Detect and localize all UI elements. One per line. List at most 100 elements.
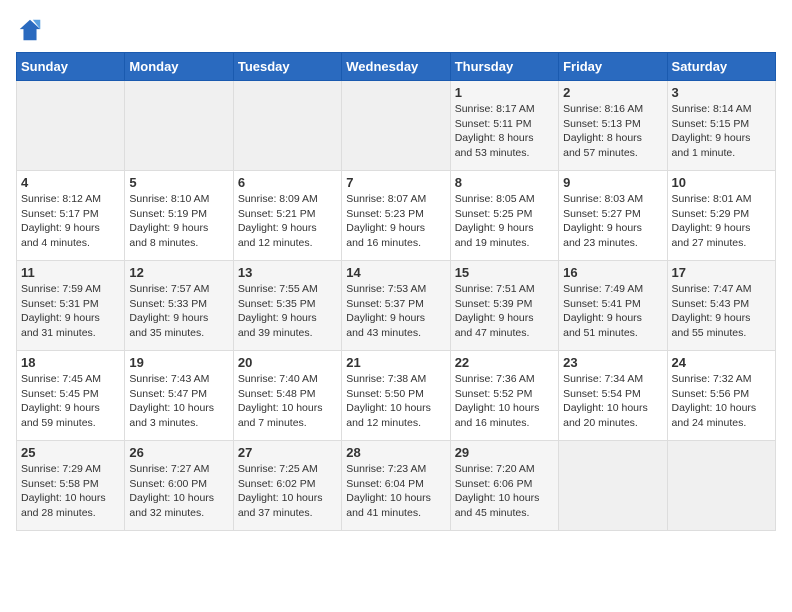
day-cell: 8 Sunrise: 8:05 AM Sunset: 5:25 PM Daylig… (450, 171, 558, 261)
day-info: Sunrise: 7:27 AM Sunset: 6:00 PM Dayligh… (129, 462, 228, 521)
day-number: 16 (563, 265, 662, 280)
day-cell: 12 Sunrise: 7:57 AM Sunset: 5:33 PM Dayli… (125, 261, 233, 351)
day-number: 24 (672, 355, 771, 370)
header-cell-wednesday: Wednesday (342, 53, 450, 81)
day-number: 23 (563, 355, 662, 370)
day-number: 12 (129, 265, 228, 280)
day-number: 9 (563, 175, 662, 190)
day-info: Sunrise: 8:03 AM Sunset: 5:27 PM Dayligh… (563, 192, 662, 251)
day-info: Sunrise: 7:40 AM Sunset: 5:48 PM Dayligh… (238, 372, 337, 431)
day-number: 4 (21, 175, 120, 190)
day-info: Sunrise: 8:16 AM Sunset: 5:13 PM Dayligh… (563, 102, 662, 161)
day-info: Sunrise: 8:07 AM Sunset: 5:23 PM Dayligh… (346, 192, 445, 251)
day-info: Sunrise: 8:12 AM Sunset: 5:17 PM Dayligh… (21, 192, 120, 251)
day-cell: 9 Sunrise: 8:03 AM Sunset: 5:27 PM Daylig… (559, 171, 667, 261)
day-info: Sunrise: 7:45 AM Sunset: 5:45 PM Dayligh… (21, 372, 120, 431)
day-cell: 18 Sunrise: 7:45 AM Sunset: 5:45 PM Dayli… (17, 351, 125, 441)
day-info: Sunrise: 7:57 AM Sunset: 5:33 PM Dayligh… (129, 282, 228, 341)
logo (16, 16, 48, 44)
day-cell: 23Sunrise: 7:34 AM Sunset: 5:54 PM Dayli… (559, 351, 667, 441)
day-info: Sunrise: 8:05 AM Sunset: 5:25 PM Dayligh… (455, 192, 554, 251)
week-row-4: 25 Sunrise: 7:29 AM Sunset: 5:58 PM Dayli… (17, 441, 776, 531)
day-number: 11 (21, 265, 120, 280)
day-cell: 22 Sunrise: 7:36 AM Sunset: 5:52 PM Dayli… (450, 351, 558, 441)
day-cell: 1 Sunrise: 8:17 AM Sunset: 5:11 PM Daylig… (450, 81, 558, 171)
calendar-header: SundayMondayTuesdayWednesdayThursdayFrid… (17, 53, 776, 81)
day-number: 17 (672, 265, 771, 280)
day-cell: 6Sunrise: 8:09 AM Sunset: 5:21 PM Daylig… (233, 171, 341, 261)
day-info: Sunrise: 8:14 AM Sunset: 5:15 PM Dayligh… (672, 102, 771, 161)
day-cell: 7 Sunrise: 8:07 AM Sunset: 5:23 PM Daylig… (342, 171, 450, 261)
logo-icon (16, 16, 44, 44)
day-cell: 19 Sunrise: 7:43 AM Sunset: 5:47 PM Dayli… (125, 351, 233, 441)
day-cell (342, 81, 450, 171)
day-cell: 28 Sunrise: 7:23 AM Sunset: 6:04 PM Dayli… (342, 441, 450, 531)
day-cell: 15 Sunrise: 7:51 AM Sunset: 5:39 PM Dayli… (450, 261, 558, 351)
week-row-2: 11Sunrise: 7:59 AM Sunset: 5:31 PM Dayli… (17, 261, 776, 351)
day-info: Sunrise: 7:43 AM Sunset: 5:47 PM Dayligh… (129, 372, 228, 431)
day-number: 28 (346, 445, 445, 460)
calendar-body: 1 Sunrise: 8:17 AM Sunset: 5:11 PM Daylig… (17, 81, 776, 531)
day-number: 3 (672, 85, 771, 100)
day-cell: 29Sunrise: 7:20 AM Sunset: 6:06 PM Dayli… (450, 441, 558, 531)
header-cell-thursday: Thursday (450, 53, 558, 81)
header-cell-tuesday: Tuesday (233, 53, 341, 81)
day-info: Sunrise: 7:49 AM Sunset: 5:41 PM Dayligh… (563, 282, 662, 341)
day-info: Sunrise: 8:01 AM Sunset: 5:29 PM Dayligh… (672, 192, 771, 251)
day-cell (17, 81, 125, 171)
day-number: 29 (455, 445, 554, 460)
header-cell-sunday: Sunday (17, 53, 125, 81)
day-number: 22 (455, 355, 554, 370)
day-info: Sunrise: 7:25 AM Sunset: 6:02 PM Dayligh… (238, 462, 337, 521)
day-number: 19 (129, 355, 228, 370)
day-cell: 14 Sunrise: 7:53 AM Sunset: 5:37 PM Dayli… (342, 261, 450, 351)
day-number: 13 (238, 265, 337, 280)
day-info: Sunrise: 7:53 AM Sunset: 5:37 PM Dayligh… (346, 282, 445, 341)
day-info: Sunrise: 7:29 AM Sunset: 5:58 PM Dayligh… (21, 462, 120, 521)
day-cell (233, 81, 341, 171)
day-number: 25 (21, 445, 120, 460)
day-number: 27 (238, 445, 337, 460)
page-header (16, 16, 776, 44)
day-cell: 16 Sunrise: 7:49 AM Sunset: 5:41 PM Dayli… (559, 261, 667, 351)
day-cell (125, 81, 233, 171)
day-cell: 11Sunrise: 7:59 AM Sunset: 5:31 PM Dayli… (17, 261, 125, 351)
week-row-0: 1 Sunrise: 8:17 AM Sunset: 5:11 PM Daylig… (17, 81, 776, 171)
day-info: Sunrise: 7:32 AM Sunset: 5:56 PM Dayligh… (672, 372, 771, 431)
day-number: 10 (672, 175, 771, 190)
day-info: Sunrise: 7:47 AM Sunset: 5:43 PM Dayligh… (672, 282, 771, 341)
day-number: 21 (346, 355, 445, 370)
week-row-1: 4 Sunrise: 8:12 AM Sunset: 5:17 PM Daylig… (17, 171, 776, 261)
day-info: Sunrise: 7:55 AM Sunset: 5:35 PM Dayligh… (238, 282, 337, 341)
day-info: Sunrise: 8:17 AM Sunset: 5:11 PM Dayligh… (455, 102, 554, 161)
day-cell: 10 Sunrise: 8:01 AM Sunset: 5:29 PM Dayli… (667, 171, 775, 261)
day-number: 6 (238, 175, 337, 190)
day-number: 20 (238, 355, 337, 370)
day-cell: 5 Sunrise: 8:10 AM Sunset: 5:19 PM Daylig… (125, 171, 233, 261)
header-cell-monday: Monday (125, 53, 233, 81)
day-number: 8 (455, 175, 554, 190)
day-cell: 27 Sunrise: 7:25 AM Sunset: 6:02 PM Dayli… (233, 441, 341, 531)
day-cell: 25 Sunrise: 7:29 AM Sunset: 5:58 PM Dayli… (17, 441, 125, 531)
day-info: Sunrise: 7:51 AM Sunset: 5:39 PM Dayligh… (455, 282, 554, 341)
day-number: 15 (455, 265, 554, 280)
day-number: 5 (129, 175, 228, 190)
header-cell-saturday: Saturday (667, 53, 775, 81)
day-cell: 17 Sunrise: 7:47 AM Sunset: 5:43 PM Dayli… (667, 261, 775, 351)
day-cell: 20 Sunrise: 7:40 AM Sunset: 5:48 PM Dayli… (233, 351, 341, 441)
day-info: Sunrise: 7:36 AM Sunset: 5:52 PM Dayligh… (455, 372, 554, 431)
day-info: Sunrise: 8:10 AM Sunset: 5:19 PM Dayligh… (129, 192, 228, 251)
week-row-3: 18 Sunrise: 7:45 AM Sunset: 5:45 PM Dayli… (17, 351, 776, 441)
day-number: 26 (129, 445, 228, 460)
day-number: 2 (563, 85, 662, 100)
day-number: 1 (455, 85, 554, 100)
day-cell: 26 Sunrise: 7:27 AM Sunset: 6:00 PM Dayli… (125, 441, 233, 531)
day-cell: 3 Sunrise: 8:14 AM Sunset: 5:15 PM Daylig… (667, 81, 775, 171)
day-cell: 21Sunrise: 7:38 AM Sunset: 5:50 PM Dayli… (342, 351, 450, 441)
day-number: 14 (346, 265, 445, 280)
day-number: 7 (346, 175, 445, 190)
header-row: SundayMondayTuesdayWednesdayThursdayFrid… (17, 53, 776, 81)
day-number: 18 (21, 355, 120, 370)
day-info: Sunrise: 7:23 AM Sunset: 6:04 PM Dayligh… (346, 462, 445, 521)
day-cell: 2 Sunrise: 8:16 AM Sunset: 5:13 PM Daylig… (559, 81, 667, 171)
